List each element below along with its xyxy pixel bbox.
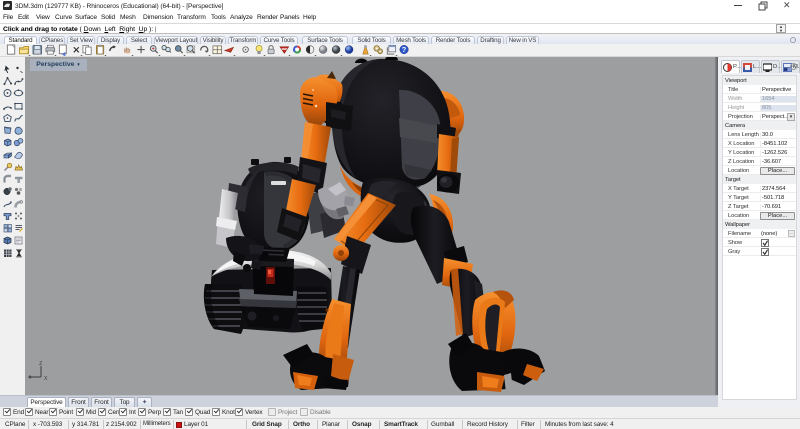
svg-text:x: x xyxy=(44,375,48,382)
svg-text:?: ? xyxy=(402,45,407,54)
svg-text:z: z xyxy=(39,360,43,367)
